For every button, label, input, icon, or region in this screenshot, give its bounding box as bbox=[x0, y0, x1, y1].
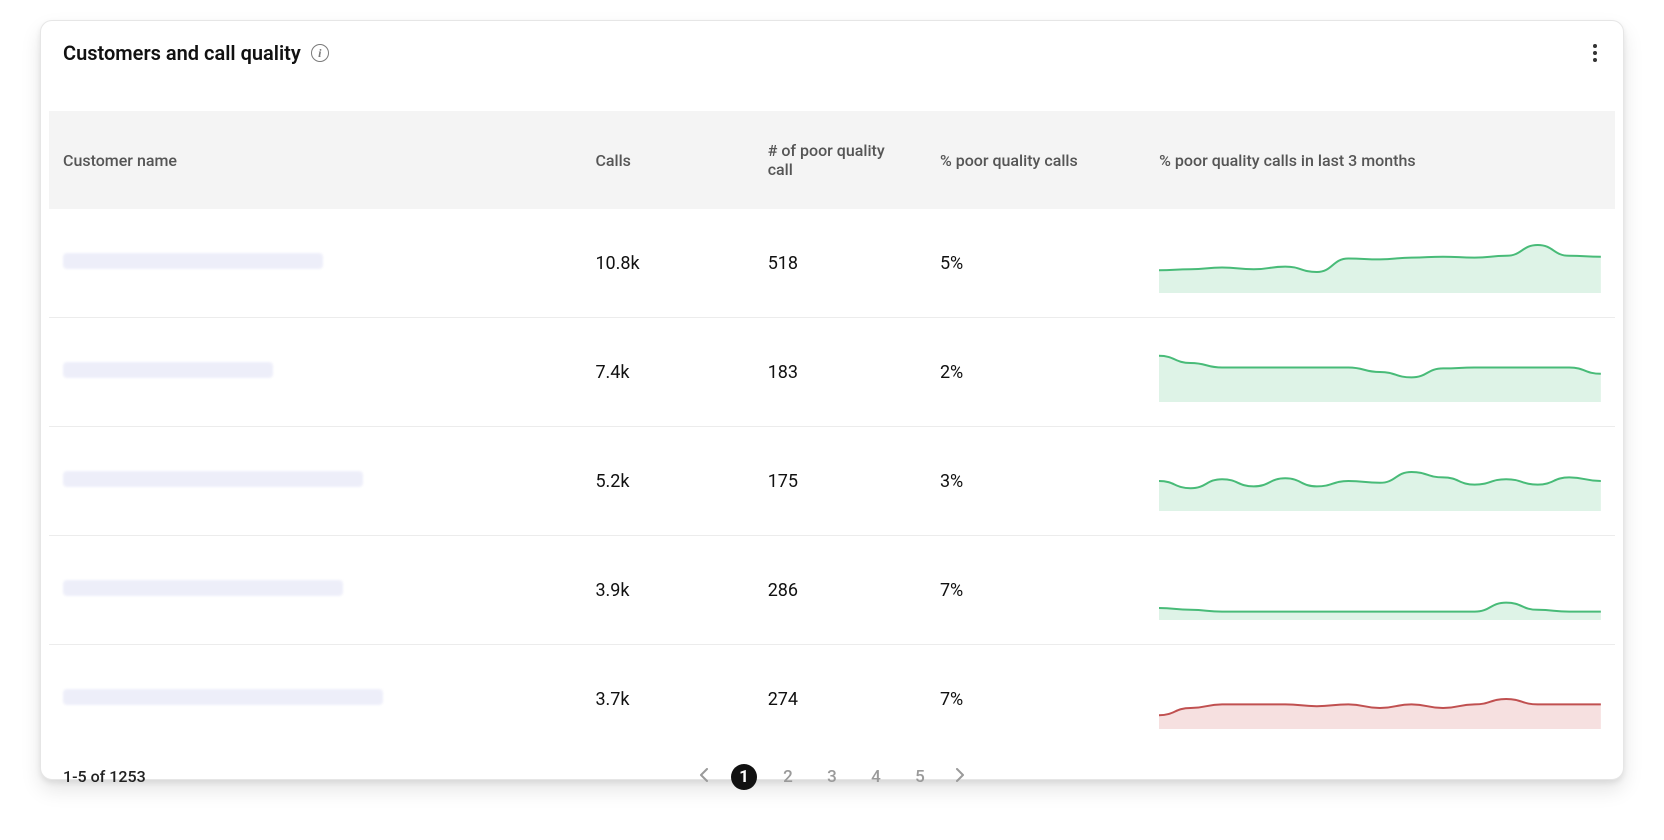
customers-table: Customer name Calls # of poor quality ca… bbox=[49, 111, 1615, 753]
cell-poor-pct: 7% bbox=[926, 645, 1145, 754]
cell-sparkline bbox=[1145, 536, 1615, 645]
cell-calls: 3.7k bbox=[581, 645, 753, 754]
pagination-next-icon[interactable] bbox=[951, 766, 969, 787]
col-header-poor-pct[interactable]: % poor quality calls bbox=[926, 111, 1145, 209]
table-wrap: Customer name Calls # of poor quality ca… bbox=[41, 71, 1623, 753]
cell-customer-name[interactable] bbox=[49, 318, 581, 427]
pagination-page-1[interactable]: 1 bbox=[731, 764, 757, 790]
cell-sparkline bbox=[1145, 209, 1615, 318]
cell-calls: 10.8k bbox=[581, 209, 753, 318]
pagination-page-4[interactable]: 4 bbox=[863, 764, 889, 790]
col-header-calls[interactable]: Calls bbox=[581, 111, 753, 209]
cell-customer-name[interactable] bbox=[49, 645, 581, 754]
sparkline-green bbox=[1159, 233, 1601, 293]
cell-sparkline bbox=[1145, 645, 1615, 754]
table-row[interactable]: 10.8k5185% bbox=[49, 209, 1615, 318]
card-header: Customers and call quality bbox=[41, 21, 1623, 71]
cell-calls: 5.2k bbox=[581, 427, 753, 536]
cell-poor-pct: 2% bbox=[926, 318, 1145, 427]
table-row[interactable]: 3.9k2867% bbox=[49, 536, 1615, 645]
cell-customer-name[interactable] bbox=[49, 536, 581, 645]
paginator: 12345 bbox=[695, 764, 969, 790]
table-row[interactable]: 7.4k1832% bbox=[49, 318, 1615, 427]
cell-poor-count: 175 bbox=[754, 427, 926, 536]
cell-poor-count: 183 bbox=[754, 318, 926, 427]
table-header-row: Customer name Calls # of poor quality ca… bbox=[49, 111, 1615, 209]
redacted-text bbox=[63, 362, 273, 378]
pagination-page-3[interactable]: 3 bbox=[819, 764, 845, 790]
redacted-text bbox=[63, 580, 343, 596]
sparkline-green bbox=[1159, 451, 1601, 511]
cell-customer-name[interactable] bbox=[49, 427, 581, 536]
pagination-page-5[interactable]: 5 bbox=[907, 764, 933, 790]
cell-calls: 3.9k bbox=[581, 536, 753, 645]
pagination-page-2[interactable]: 2 bbox=[775, 764, 801, 790]
pagination-prev-icon[interactable] bbox=[695, 766, 713, 787]
cell-poor-count: 286 bbox=[754, 536, 926, 645]
info-icon[interactable] bbox=[311, 44, 329, 62]
table-row[interactable]: 3.7k2747% bbox=[49, 645, 1615, 754]
card-customers-call-quality: Customers and call quality Customer name… bbox=[40, 20, 1624, 780]
sparkline-red bbox=[1159, 669, 1601, 729]
col-header-customer-name[interactable]: Customer name bbox=[49, 111, 581, 209]
redacted-text bbox=[63, 689, 383, 705]
cell-customer-name[interactable] bbox=[49, 209, 581, 318]
card-title: Customers and call quality bbox=[63, 41, 301, 65]
cell-sparkline bbox=[1145, 427, 1615, 536]
table-row[interactable]: 5.2k1753% bbox=[49, 427, 1615, 536]
sparkline-green bbox=[1159, 560, 1601, 620]
redacted-text bbox=[63, 253, 323, 269]
cell-poor-count: 518 bbox=[754, 209, 926, 318]
card-footer: 1-5 of 1253 12345 bbox=[41, 753, 1623, 802]
cell-poor-count: 274 bbox=[754, 645, 926, 754]
col-header-sparkline[interactable]: % poor quality calls in last 3 months bbox=[1145, 111, 1615, 209]
redacted-text bbox=[63, 471, 363, 487]
cell-poor-pct: 7% bbox=[926, 536, 1145, 645]
cell-sparkline bbox=[1145, 318, 1615, 427]
pagination-range: 1-5 of 1253 bbox=[63, 767, 146, 786]
more-options-icon[interactable] bbox=[1581, 39, 1609, 67]
cell-calls: 7.4k bbox=[581, 318, 753, 427]
sparkline-green bbox=[1159, 342, 1601, 402]
cell-poor-pct: 5% bbox=[926, 209, 1145, 318]
col-header-poor-count[interactable]: # of poor quality call bbox=[754, 111, 926, 209]
cell-poor-pct: 3% bbox=[926, 427, 1145, 536]
